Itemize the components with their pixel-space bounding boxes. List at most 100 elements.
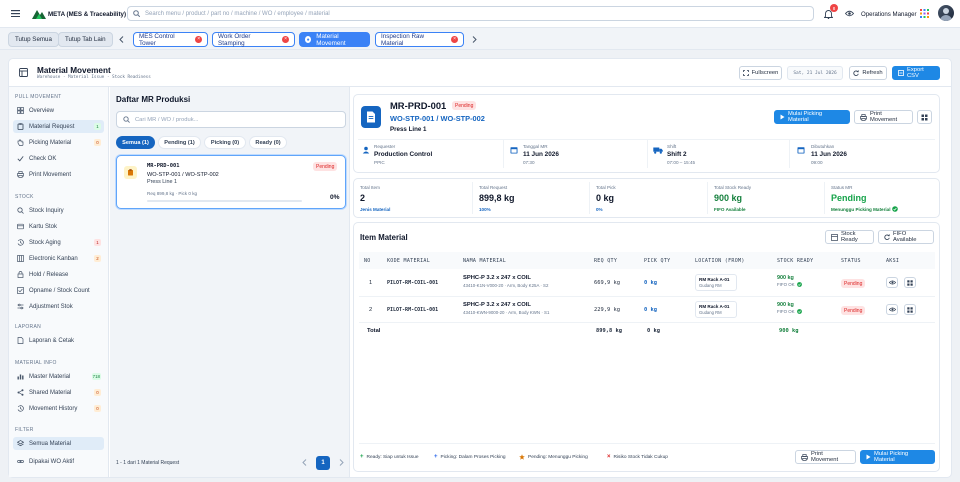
current-date: Sat, 21 Jul 2026	[787, 66, 843, 80]
mr-card[interactable]: MR-PRD-001 Pending WO-STP-001 / WO-STP-0…	[116, 155, 346, 209]
fifo-available-label: FIFO Available	[893, 231, 917, 243]
user-avatar[interactable]	[938, 5, 954, 21]
view-row-button[interactable]	[886, 277, 898, 288]
print-movement-label: Print Movement	[870, 111, 898, 123]
sidebar-item-master-material[interactable]: Master Material 718	[13, 370, 104, 383]
hamburger-icon[interactable]	[11, 10, 20, 17]
sidebar-item-semua-material[interactable]: Semua Material	[13, 437, 104, 450]
calendar-icon	[797, 146, 805, 154]
row-no: 1	[369, 280, 373, 286]
tab-label: MES Control Tower	[139, 32, 175, 47]
refresh-label: Refresh	[862, 70, 883, 76]
refresh-button[interactable]: Refresh	[849, 66, 887, 80]
sidebar-item-adjustment[interactable]: Adjustment Stok	[13, 300, 104, 313]
close-tab-icon[interactable]: ×	[282, 36, 289, 43]
sidebar-item-opname[interactable]: Opname / Stock Count	[13, 284, 104, 297]
section-pull-movement: PULL MOVEMENT	[15, 94, 62, 100]
tab-mes-control-tower[interactable]: MES Control Tower ×	[133, 32, 208, 47]
filter-picking-pill[interactable]: Picking (0)	[204, 136, 246, 149]
mr-search-input[interactable]: Cari MR / WO / produk...	[116, 111, 346, 128]
tabs-prev-chevron-icon[interactable]	[119, 36, 124, 43]
row-req-qty: 229,9 kg	[594, 307, 620, 313]
sidebar-item-label: Check OK	[29, 155, 57, 162]
sidebar-item-label: Dipakai WO Aktif	[29, 458, 75, 465]
legend-risk: × Risiko Stock Tidak Cukup	[607, 454, 668, 460]
sidebar-item-overview[interactable]: Overview	[13, 104, 104, 117]
row-location: RM Rack A-01 Gudang RM	[695, 274, 737, 291]
sidebar-item-check-ok[interactable]: Check OK	[13, 152, 104, 165]
close-tab-icon[interactable]: ×	[195, 36, 202, 43]
section-stock: STOCK	[15, 194, 34, 200]
summary-value: 2	[360, 193, 366, 203]
start-picking-button[interactable]: Mulai Picking Material	[774, 110, 850, 124]
sidebar-item-stock-inquiry[interactable]: Stock Inquiry	[13, 204, 104, 217]
plus-icon: +	[434, 454, 438, 460]
sidebar-item-label: Kartu Stok	[29, 223, 58, 230]
row-pick-qty: 0 kg	[644, 280, 657, 286]
sidebar-item-electronic-kanban[interactable]: Electronic Kanban 2	[13, 252, 104, 265]
sidebar-item-stock-aging[interactable]: Stock Aging 1	[13, 236, 104, 249]
summary-sub: Jenis Material	[360, 207, 391, 212]
close-tab-icon[interactable]: ×	[451, 36, 458, 43]
view-row-button[interactable]	[886, 304, 898, 315]
app-name: META (MES & Traceability)	[48, 11, 127, 18]
sidebar-item-laporan-cetak[interactable]: Laporan & Cetak	[13, 334, 104, 347]
grid-row-button[interactable]	[904, 277, 916, 288]
sidebar-item-movement-history[interactable]: Movement History 0	[13, 402, 104, 415]
global-search-placeholder: Search menu / product / part no / machin…	[145, 10, 330, 17]
export-icon	[898, 70, 904, 76]
col-stock-ready: STOCK READY	[777, 258, 814, 264]
more-options-button[interactable]	[917, 110, 932, 124]
apps-grid-icon[interactable]	[920, 9, 929, 18]
stock-ready-label: Stock Ready	[841, 231, 858, 243]
legend-ready-label: Ready: Siap untuk Issue	[366, 454, 419, 460]
sidebar-item-material-request[interactable]: Material Request 1	[13, 120, 104, 133]
search-icon	[123, 116, 130, 123]
global-search-input[interactable]: Search menu / product / part no / machin…	[127, 6, 814, 21]
tab-label: Material Movement	[316, 32, 346, 47]
legend-pending-label: Pending: Menunggu Picking	[528, 454, 588, 460]
tab-material-movement[interactable]: ● Material Movement	[299, 32, 370, 47]
sidebar-item-print-movement[interactable]: Print Movement	[13, 168, 104, 181]
tabs-next-chevron-icon[interactable]	[472, 36, 477, 43]
pagination-text: 1 - 1 dari 1 Material Request	[116, 460, 180, 466]
close-other-tabs-button[interactable]: Tutup Tab Lain	[58, 32, 113, 47]
sidebar-item-label: Material Request	[29, 123, 75, 130]
sidebar-item-shared-material[interactable]: Shared Material 0	[13, 386, 104, 399]
footer-print-movement-button[interactable]: Print Movement	[795, 450, 856, 464]
total-stock-ready: 900 kg	[779, 328, 799, 334]
close-all-tabs-button[interactable]: Tutup Semua	[8, 32, 59, 47]
link-icon	[17, 458, 24, 465]
sidebar-item-kartu-stok[interactable]: Kartu Stok	[13, 220, 104, 233]
count-badge: 2	[94, 255, 101, 262]
clipboard-icon	[17, 123, 24, 130]
page-1-button[interactable]: 1	[316, 456, 330, 470]
sidebar-item-dipakai-wo[interactable]: Dipakai WO Aktif	[13, 455, 104, 468]
grid-row-button[interactable]	[904, 304, 916, 315]
mr-card-progress-track	[147, 200, 302, 202]
sidebar-item-label: Electronic Kanban	[29, 255, 78, 262]
eye-icon[interactable]	[845, 10, 854, 17]
tab-active-icon: ●	[305, 36, 312, 43]
fullscreen-button[interactable]: Fullscreen	[739, 66, 782, 80]
filter-ready-pill[interactable]: Ready (0)	[249, 136, 287, 149]
page-prev-icon[interactable]	[302, 459, 307, 466]
meta-logo-icon	[32, 8, 46, 19]
tab-inspection-raw-material[interactable]: Inspection Raw Material ×	[375, 32, 464, 47]
summary-value: 900 kg	[714, 193, 743, 203]
print-movement-button[interactable]: Print Movement	[854, 110, 913, 124]
filter-all-pill[interactable]: Semua (1)	[116, 136, 155, 149]
export-csv-button[interactable]: Export CSV	[892, 66, 940, 80]
sidebar-item-picking-material[interactable]: Picking Material 0	[13, 136, 104, 149]
mr-card-status-badge: Pending	[313, 162, 338, 171]
footer-start-picking-button[interactable]: Mulai Picking Material	[860, 450, 935, 464]
summary-value: 899,8 kg	[479, 193, 515, 203]
fifo-available-button[interactable]: FIFO Available	[878, 230, 934, 244]
tab-work-order-stamping[interactable]: Work Order Stamping ×	[212, 32, 295, 47]
section-laporan: LAPORAN	[15, 324, 41, 330]
page-next-icon[interactable]	[339, 459, 344, 466]
stock-ready-button[interactable]: Stock Ready	[825, 230, 874, 244]
sidebar-item-hold-release[interactable]: Hold / Release	[13, 268, 104, 281]
filter-pending-pill[interactable]: Pending (1)	[158, 136, 201, 149]
close-icon: ×	[607, 454, 611, 460]
